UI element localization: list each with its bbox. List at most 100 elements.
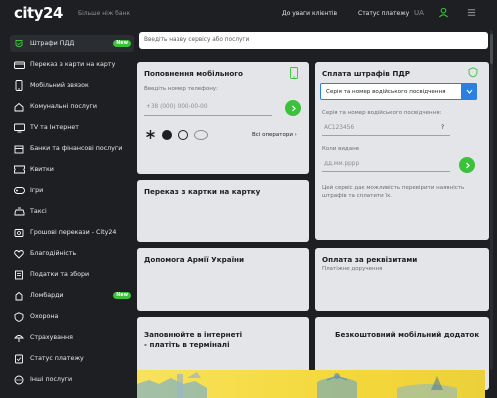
operator-logos — [145, 129, 208, 140]
chevron-right-icon — [291, 105, 296, 111]
sidebar-item-insurance[interactable]: Страхування — [10, 329, 134, 346]
sidebar-item-other[interactable]: Інші послуги — [10, 371, 134, 388]
sidebar-item-label: TV та Інтернет — [30, 124, 79, 131]
fines-submit-button[interactable] — [459, 157, 475, 173]
car-icon — [13, 38, 25, 50]
sidebar-item-label: Мобільний звязок — [30, 82, 89, 89]
mobile-submit-button[interactable] — [285, 100, 301, 116]
sidebar-item-pawnshops[interactable]: Ломбарди New — [10, 287, 134, 304]
tv-icon — [13, 122, 25, 134]
sidebar-item-money-transfers[interactable]: Грошові перекази - City24 — [10, 224, 134, 241]
chevron-down-icon — [466, 89, 472, 94]
sidebar-item-label: Страхування — [30, 334, 73, 341]
card-title: Безкоштовний мобільний додаток — [335, 330, 480, 339]
sidebar-item-card-transfer[interactable]: Переказ з карти на карту — [10, 56, 134, 73]
user-icon[interactable] — [438, 7, 449, 18]
lifecell-logo-icon[interactable] — [178, 129, 188, 140]
card-army-help[interactable]: Допомога Армії України — [137, 248, 309, 311]
new-badge: New — [113, 40, 131, 47]
heart-icon — [13, 248, 25, 260]
intertelecom-logo-icon[interactable] — [194, 129, 208, 140]
card-transfer-icon — [13, 59, 25, 71]
card-title: Переказ з картки на картку — [144, 187, 261, 196]
chevron-right-icon — [465, 162, 470, 168]
taxi-icon — [13, 206, 25, 218]
fines-note-line-2: штрафів та сплатити їх. — [322, 193, 392, 199]
phone-input[interactable]: +38 (000) 000-00-00 — [146, 104, 208, 110]
card-mobile-topup[interactable]: Поповнення мобільного Введіть номер теле… — [137, 62, 309, 174]
sidebar-item-label: Охорона — [30, 313, 59, 320]
select-toggle[interactable] — [461, 83, 477, 100]
scrollbar-track[interactable] — [490, 30, 493, 370]
all-operators-link[interactable]: Всі оператори › — [252, 132, 297, 138]
vodafone-logo-icon[interactable] — [162, 129, 172, 140]
sidebar-item-tickets[interactable]: Квитки — [10, 161, 134, 178]
sidebar-item-label: Таксі — [30, 208, 47, 215]
sidebar-item-label: Благодійність — [30, 250, 77, 257]
sidebar-item-utilities[interactable]: Комунальні послуги — [10, 98, 134, 115]
insurance-icon — [13, 332, 25, 344]
service-search-input[interactable]: Введіть назву сервісу або послуги — [139, 32, 488, 49]
tagline: Більше ніж банк — [78, 10, 131, 17]
phone-label: Введіть номер телефону: — [144, 86, 218, 92]
more-icon — [13, 374, 25, 386]
sidebar-item-label: Грошові перекази - City24 — [30, 229, 117, 236]
date-label: Коли видане — [322, 146, 360, 152]
utility-icon — [13, 101, 25, 113]
card-traffic-fines[interactable]: Сплата штрафів ПДР Серія та номер водійс… — [315, 62, 489, 240]
sidebar-item-games[interactable]: Ігри — [10, 182, 134, 199]
card-title: Поповнення мобільного — [144, 69, 243, 78]
bank-icon — [13, 143, 25, 155]
sidebar-item-charity[interactable]: Благодійність — [10, 245, 134, 262]
nav-link-payment-status[interactable]: Статус платежу — [358, 10, 409, 17]
sidebar-item-label: Штрафи ПДД — [30, 40, 75, 47]
shield-icon — [13, 311, 25, 323]
card-requisites[interactable]: Оплата за реквізитами Платіжне доручення — [315, 248, 489, 311]
sidebar-item-mobile[interactable]: Мобільний звязок — [10, 77, 134, 94]
sidebar-item-label: Комунальні послуги — [30, 103, 97, 110]
promo-banner[interactable] — [137, 370, 485, 398]
document-type-select[interactable]: Серія та номер водійського посвідчення — [320, 83, 477, 100]
scrollbar-thumb[interactable] — [490, 34, 493, 64]
card-title-line-1: Заповнюйте в інтернеті — [144, 330, 243, 339]
banner-illustration — [137, 372, 457, 398]
sidebar-item-banks[interactable]: Банки та фінансові послуги — [10, 140, 134, 157]
card-title-line-2: - платіть в терміналі — [144, 340, 230, 349]
sidebar-item-label: Квитки — [30, 166, 54, 173]
money-transfer-icon — [13, 227, 25, 239]
sidebar-item-payment-status[interactable]: Статус платежу — [10, 350, 134, 367]
ticket-icon — [13, 164, 25, 176]
sidebar-item-traffic-fines[interactable]: Штрафи ПДД New — [10, 35, 134, 52]
search-placeholder: Введіть назву сервісу або послуги — [144, 37, 250, 43]
phone-icon — [290, 67, 298, 79]
sidebar-item-label: Банки та фінансові послуги — [30, 145, 123, 152]
date-input[interactable]: дд.мм.рррр — [324, 161, 359, 167]
top-bar: city24 Більше ніж банк До уваги клієнтів… — [0, 0, 497, 28]
sidebar-item-taxi[interactable]: Таксі — [10, 203, 134, 220]
select-value: Серія та номер водійського посвідчення — [326, 89, 446, 95]
sidebar-item-security[interactable]: Охорона — [10, 308, 134, 325]
logo[interactable]: city24 — [14, 4, 63, 22]
status-icon — [13, 353, 25, 365]
card-title: Оплата за реквізитами — [322, 255, 418, 264]
nav-link-notices[interactable]: До уваги клієнтів — [282, 10, 337, 17]
license-help-icon[interactable]: ? — [441, 125, 444, 131]
pawnshop-icon — [13, 290, 25, 302]
date-input-underline — [322, 171, 450, 172]
card-card-to-card[interactable]: Переказ з картки на картку — [137, 180, 309, 242]
fines-note-line-1: Цей сервіс дає можливість перевірити ная… — [322, 185, 465, 191]
sidebar-item-label: Переказ з карти на карту — [30, 61, 116, 68]
language-switch[interactable]: UA — [414, 9, 424, 17]
sidebar-item-taxes[interactable]: Податки та збори — [10, 266, 134, 283]
main-content: Введіть назву сервісу або послуги Поповн… — [134, 28, 497, 398]
menu-icon[interactable] — [466, 7, 477, 18]
card-title: Сплата штрафів ПДР — [322, 69, 410, 78]
sidebar-item-label: Податки та збори — [30, 271, 90, 278]
license-input-underline — [322, 135, 450, 136]
phone-input-underline — [144, 115, 272, 116]
license-input[interactable]: AC123456 — [324, 125, 354, 131]
new-badge: New — [113, 292, 131, 299]
phone-icon — [13, 80, 25, 92]
kyivstar-logo-icon[interactable] — [145, 129, 156, 140]
sidebar-item-tv-internet[interactable]: TV та Інтернет — [10, 119, 134, 136]
